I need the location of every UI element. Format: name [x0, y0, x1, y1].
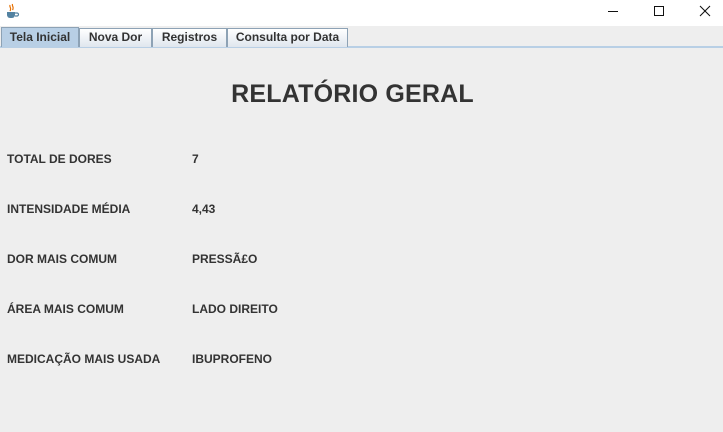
close-button[interactable]: [682, 0, 723, 22]
area-mais-comum-label: ÁREA MAIS COMUM: [7, 302, 124, 316]
tab-tela-inicial[interactable]: Tela Inicial: [1, 27, 79, 47]
page-title: RELATÓRIO GERAL: [231, 80, 474, 108]
intensidade-media-value: 4,43: [192, 202, 216, 216]
minimize-button[interactable]: [590, 0, 636, 22]
app-window: Tela Inicial Nova Dor Registros Consulta…: [0, 0, 723, 432]
java-cup-icon: [4, 3, 20, 19]
area-mais-comum-value: LADO DIREITO: [192, 302, 278, 316]
total-dores-value: 7: [192, 152, 199, 166]
maximize-button[interactable]: [636, 0, 682, 22]
tab-consulta-por-data[interactable]: Consulta por Data: [227, 28, 348, 47]
close-icon: [699, 5, 711, 17]
dor-mais-comum-value: PRESSÃ£O: [192, 252, 258, 266]
minimize-icon: [608, 11, 618, 12]
medicacao-mais-usada-value: IBUPROFENO: [192, 352, 273, 366]
tab-nova-dor[interactable]: Nova Dor: [79, 28, 152, 47]
dor-mais-comum-label: DOR MAIS COMUM: [7, 252, 117, 266]
total-dores-label: TOTAL DE DORES: [7, 152, 112, 166]
intensidade-media-label: INTENSIDADE MÉDIA: [7, 202, 131, 216]
maximize-icon: [654, 6, 664, 16]
medicacao-mais-usada-label: MEDICAÇÃO MAIS USADA: [7, 352, 161, 366]
tab-registros[interactable]: Registros: [152, 28, 227, 47]
title-bar[interactable]: [0, 0, 723, 26]
